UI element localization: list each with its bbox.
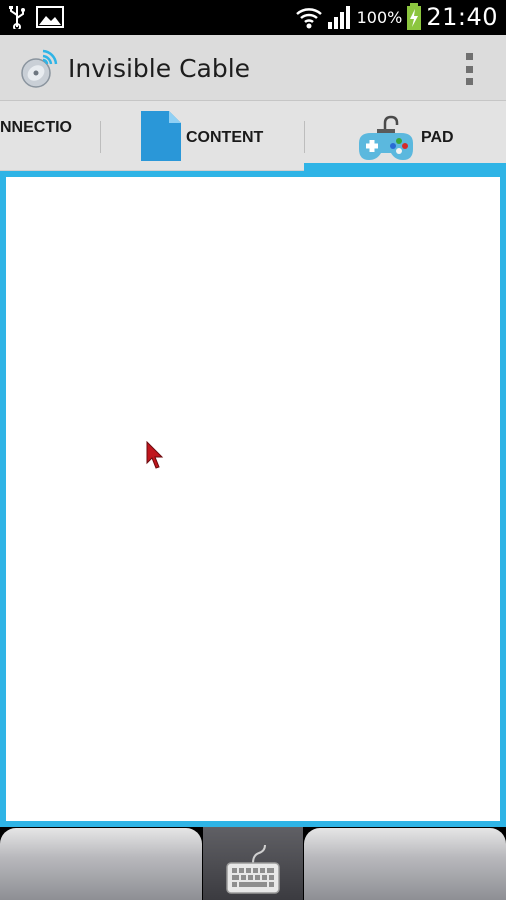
tab-label: NNECTIO bbox=[0, 119, 72, 136]
mouse-right-button[interactable] bbox=[304, 828, 506, 900]
tab-label: CONTENT bbox=[186, 129, 264, 146]
selected-tab-indicator bbox=[304, 163, 506, 171]
usb-icon bbox=[9, 6, 25, 29]
document-icon bbox=[141, 111, 181, 161]
wifi-icon bbox=[295, 8, 322, 29]
battery-percent: 100% bbox=[356, 7, 403, 27]
tab-content[interactable]: CONTENT bbox=[101, 101, 304, 171]
status-time: 21:40 bbox=[426, 3, 498, 31]
battery-charging-icon bbox=[407, 3, 422, 30]
tab-bar: NNECTIO CONTENT PAD bbox=[0, 101, 506, 171]
signal-icon bbox=[327, 6, 350, 29]
gamepad-icon bbox=[359, 115, 413, 160]
keyboard-icon bbox=[226, 845, 280, 894]
mouse-cursor-icon bbox=[146, 441, 164, 469]
app-title: Invisible Cable bbox=[68, 54, 251, 83]
tab-pad[interactable]: PAD bbox=[305, 101, 506, 171]
touchpad-area[interactable] bbox=[6, 177, 500, 821]
status-bar: 100% 21:40 bbox=[0, 0, 506, 35]
action-bar: Invisible Cable bbox=[0, 35, 506, 101]
bottom-bar bbox=[0, 827, 506, 900]
satellite-dish-icon[interactable] bbox=[16, 45, 62, 91]
touchpad-frame bbox=[0, 171, 506, 827]
image-notification-icon bbox=[36, 6, 64, 28]
tab-connection[interactable]: NNECTIO bbox=[0, 101, 100, 171]
mouse-left-button[interactable] bbox=[0, 828, 202, 900]
overflow-menu-icon[interactable] bbox=[462, 53, 476, 85]
tab-label: PAD bbox=[421, 129, 454, 146]
keyboard-button[interactable] bbox=[203, 827, 303, 900]
